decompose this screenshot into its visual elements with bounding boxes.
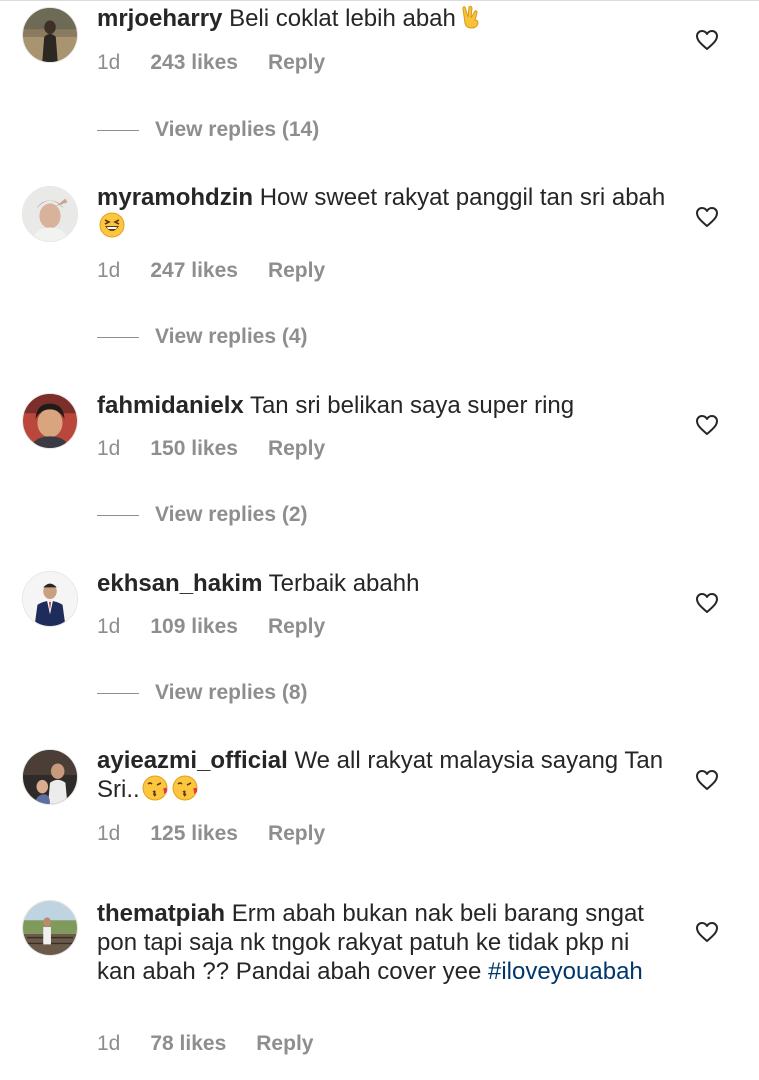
- comment-username[interactable]: ayieazmi_official: [97, 747, 288, 774]
- comment-meta: 1d 109 likes Reply: [97, 614, 325, 640]
- comment-meta: 1d 247 likes Reply: [97, 258, 325, 284]
- reply-button[interactable]: Reply: [268, 821, 325, 847]
- heart-outline-icon[interactable]: [695, 206, 719, 228]
- avatar[interactable]: [22, 186, 78, 242]
- comment-time: 1d: [97, 437, 121, 460]
- heart-outline-icon[interactable]: [695, 29, 719, 51]
- view-replies-label: View replies (14): [155, 118, 320, 141]
- comment-meta: 1d 78 likes Reply: [97, 1031, 313, 1057]
- avatar[interactable]: [22, 393, 78, 449]
- comment-body: Terbaik abahh: [268, 570, 420, 597]
- reply-button[interactable]: Reply: [268, 50, 325, 76]
- avatar[interactable]: [22, 571, 78, 627]
- hashtag-link[interactable]: #iloveyouabah: [488, 958, 643, 985]
- face-blowing-kiss-emoji-icon: [142, 775, 170, 808]
- view-replies-label: View replies (8): [155, 681, 308, 704]
- avatar[interactable]: [22, 749, 78, 805]
- comment-likes[interactable]: 78 likes: [150, 1031, 226, 1057]
- view-replies-label: View replies (2): [155, 503, 308, 526]
- comment-time: 1d: [97, 259, 121, 282]
- comment-likes[interactable]: 247 likes: [150, 258, 238, 284]
- comment-username[interactable]: thematpiah: [97, 900, 225, 927]
- comment-username[interactable]: mrjoeharry: [97, 5, 222, 32]
- comment-likes[interactable]: 150 likes: [150, 436, 238, 462]
- replies-divider: [97, 693, 139, 694]
- comment-text: mrjoeharry Beli coklat lebih abah: [97, 4, 667, 37]
- heart-outline-icon[interactable]: [695, 921, 719, 943]
- comment-body: How sweet rakyat panggil tan sri abah: [259, 184, 666, 211]
- comment-text: ekhsan_hakim Terbaik abahh: [97, 569, 667, 598]
- comment-time: 1d: [97, 1032, 121, 1055]
- comment-time: 1d: [97, 615, 121, 638]
- avatar[interactable]: [22, 900, 78, 956]
- comment-body: Tan sri belikan saya super ring: [249, 392, 575, 419]
- reply-button[interactable]: Reply: [268, 436, 325, 462]
- reply-button[interactable]: Reply: [268, 614, 325, 640]
- comment-meta: 1d 125 likes Reply: [97, 821, 325, 847]
- replies-divider: [97, 515, 139, 516]
- victory-hand-emoji-icon: [458, 4, 484, 37]
- comment-username[interactable]: myramohdzin: [97, 184, 253, 211]
- comment-body: Beli coklat lebih abah: [229, 5, 456, 32]
- comment-meta: 1d 150 likes Reply: [97, 436, 325, 462]
- heart-outline-icon[interactable]: [695, 592, 719, 614]
- grinning-squinting-face-emoji-icon: [99, 212, 125, 245]
- reply-button[interactable]: Reply: [268, 258, 325, 284]
- comment-text: myramohdzin How sweet rakyat panggil tan…: [97, 183, 667, 245]
- heart-outline-icon[interactable]: [695, 769, 719, 791]
- top-divider: [0, 0, 759, 1]
- comment-meta: 1d 243 likes Reply: [97, 50, 325, 76]
- comment-text: thematpiah Erm abah bukan nak beli baran…: [97, 899, 667, 986]
- replies-divider: [97, 130, 139, 131]
- view-replies-label: View replies (4): [155, 325, 308, 348]
- comment-likes[interactable]: 125 likes: [150, 821, 238, 847]
- comment-username[interactable]: fahmidanielx: [97, 392, 244, 419]
- avatar[interactable]: [22, 7, 78, 63]
- comment-username[interactable]: ekhsan_hakim: [97, 570, 262, 597]
- comment-text: fahmidanielx Tan sri belikan saya super …: [97, 391, 667, 420]
- comment-time: 1d: [97, 51, 121, 74]
- replies-divider: [97, 337, 139, 338]
- comment-text: ayieazmi_official We all rakyat malaysia…: [97, 746, 667, 808]
- comment-likes[interactable]: 243 likes: [150, 50, 238, 76]
- face-blowing-kiss-emoji-icon: [172, 775, 200, 808]
- reply-button[interactable]: Reply: [256, 1031, 313, 1057]
- comment-time: 1d: [97, 822, 121, 845]
- comment-likes[interactable]: 109 likes: [150, 614, 238, 640]
- heart-outline-icon[interactable]: [695, 414, 719, 436]
